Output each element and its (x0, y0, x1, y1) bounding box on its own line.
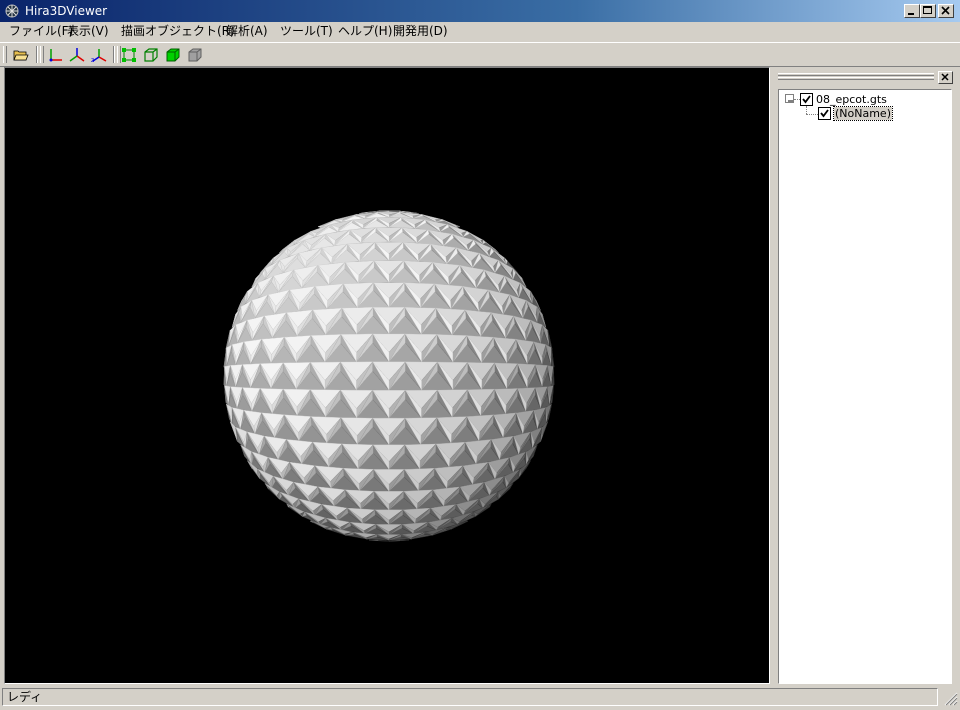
close-button[interactable] (938, 4, 954, 18)
status-pane: レディ (2, 688, 938, 706)
toolbar-separator (36, 46, 38, 63)
tree-child-checkbox[interactable] (818, 107, 831, 120)
epcot-sphere-model (223, 210, 555, 542)
status-bar: レディ (0, 686, 960, 710)
menu-dev[interactable]: 開発用(D) (390, 23, 451, 39)
panel-grip[interactable] (778, 73, 934, 76)
toolbar-separator (113, 46, 115, 63)
close-icon (941, 73, 949, 81)
toolbar-grip[interactable] (3, 46, 7, 63)
tree-root-label[interactable]: 08_epcot.gts (816, 93, 887, 106)
solid-mode-button[interactable] (162, 45, 184, 65)
close-icon (941, 6, 950, 15)
view-xy-button[interactable] (44, 45, 66, 65)
hidden-mode-button[interactable] (184, 45, 206, 65)
status-text: レディ (7, 690, 43, 704)
sphere-facet (399, 539, 409, 542)
menu-bar: ファイル(F) 表示(V) 描画オブジェクト(R) 解析(A) ツール(T) ヘ… (0, 22, 960, 40)
menu-help[interactable]: ヘルプ(H) (335, 23, 395, 39)
sphere-facet (369, 539, 379, 542)
view-yz-button[interactable]: z (88, 45, 110, 65)
3d-viewport[interactable] (4, 67, 770, 684)
checkmark-icon (820, 109, 829, 118)
tree-connector (806, 106, 807, 114)
maximize-icon (923, 6, 932, 14)
minimize-button[interactable] (904, 4, 920, 18)
tree-collapse-toggle[interactable] (785, 94, 794, 103)
axes-xz-icon (69, 48, 85, 62)
vertex-mode-button[interactable] (118, 45, 140, 65)
tree-connector (806, 114, 818, 115)
checkmark-icon (802, 95, 811, 104)
maximize-button[interactable] (920, 4, 936, 18)
vertex-mode-icon (122, 48, 136, 62)
hidden-mode-icon (188, 48, 202, 62)
panel-close-button[interactable] (938, 71, 953, 84)
window-title: Hira3DViewer (25, 4, 108, 18)
sphere-facet (388, 210, 400, 212)
axes-yz-icon: z (91, 49, 107, 63)
sphere-facet (378, 210, 390, 212)
axes-xy-icon (49, 49, 62, 62)
tree-root-checkbox[interactable] (800, 93, 813, 106)
toolbar: z (0, 42, 960, 67)
svg-text:z: z (91, 57, 94, 63)
view-xz-button[interactable] (66, 45, 88, 65)
tree-child-label[interactable]: (NoName) (833, 106, 893, 121)
object-tree: 08_epcot.gts (NoName) (778, 89, 952, 684)
minimize-icon (908, 13, 914, 15)
open-folder-icon (13, 50, 29, 61)
wireframe-mode-button[interactable] (140, 45, 162, 65)
resize-grip-icon[interactable] (942, 690, 958, 706)
wireframe-mode-icon (144, 48, 158, 62)
menu-tools[interactable]: ツール(T) (277, 23, 336, 39)
title-bar[interactable]: Hira3DViewer (0, 0, 960, 22)
menu-view[interactable]: 表示(V) (64, 23, 112, 39)
panel-grip[interactable] (778, 77, 934, 80)
menu-draw-object[interactable]: 描画オブジェクト(R) (118, 23, 238, 39)
menu-analysis[interactable]: 解析(A) (223, 23, 271, 39)
object-tree-panel: 08_epcot.gts (NoName) (774, 67, 960, 684)
app-icon (5, 4, 19, 18)
open-file-button[interactable] (10, 45, 32, 65)
solid-mode-icon (166, 48, 180, 62)
